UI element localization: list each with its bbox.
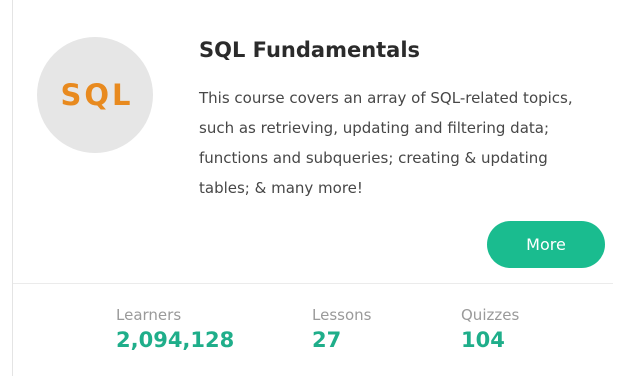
course-logo: SQL: [37, 37, 153, 153]
stat-label: Learners: [116, 306, 182, 324]
stat-learners: Learners 2,094,128: [116, 305, 234, 353]
stat-value: 2,094,128: [116, 328, 235, 352]
divider: [13, 283, 613, 284]
sql-logo-icon: SQL: [60, 78, 134, 112]
stat-lessons: Lessons 27: [312, 305, 371, 353]
stat-value: 27: [312, 328, 342, 352]
course-card: SQL SQL Fundamentals This course covers …: [12, 0, 620, 376]
stat-label: Lessons: [312, 306, 372, 324]
course-title: SQL Fundamentals: [199, 38, 421, 62]
course-description: This course covers an array of SQL-relat…: [199, 89, 573, 197]
stat-quizzes: Quizzes 104: [461, 305, 519, 353]
stat-value: 104: [461, 328, 505, 352]
stat-label: Quizzes: [461, 306, 520, 324]
more-button[interactable]: More: [487, 221, 605, 268]
